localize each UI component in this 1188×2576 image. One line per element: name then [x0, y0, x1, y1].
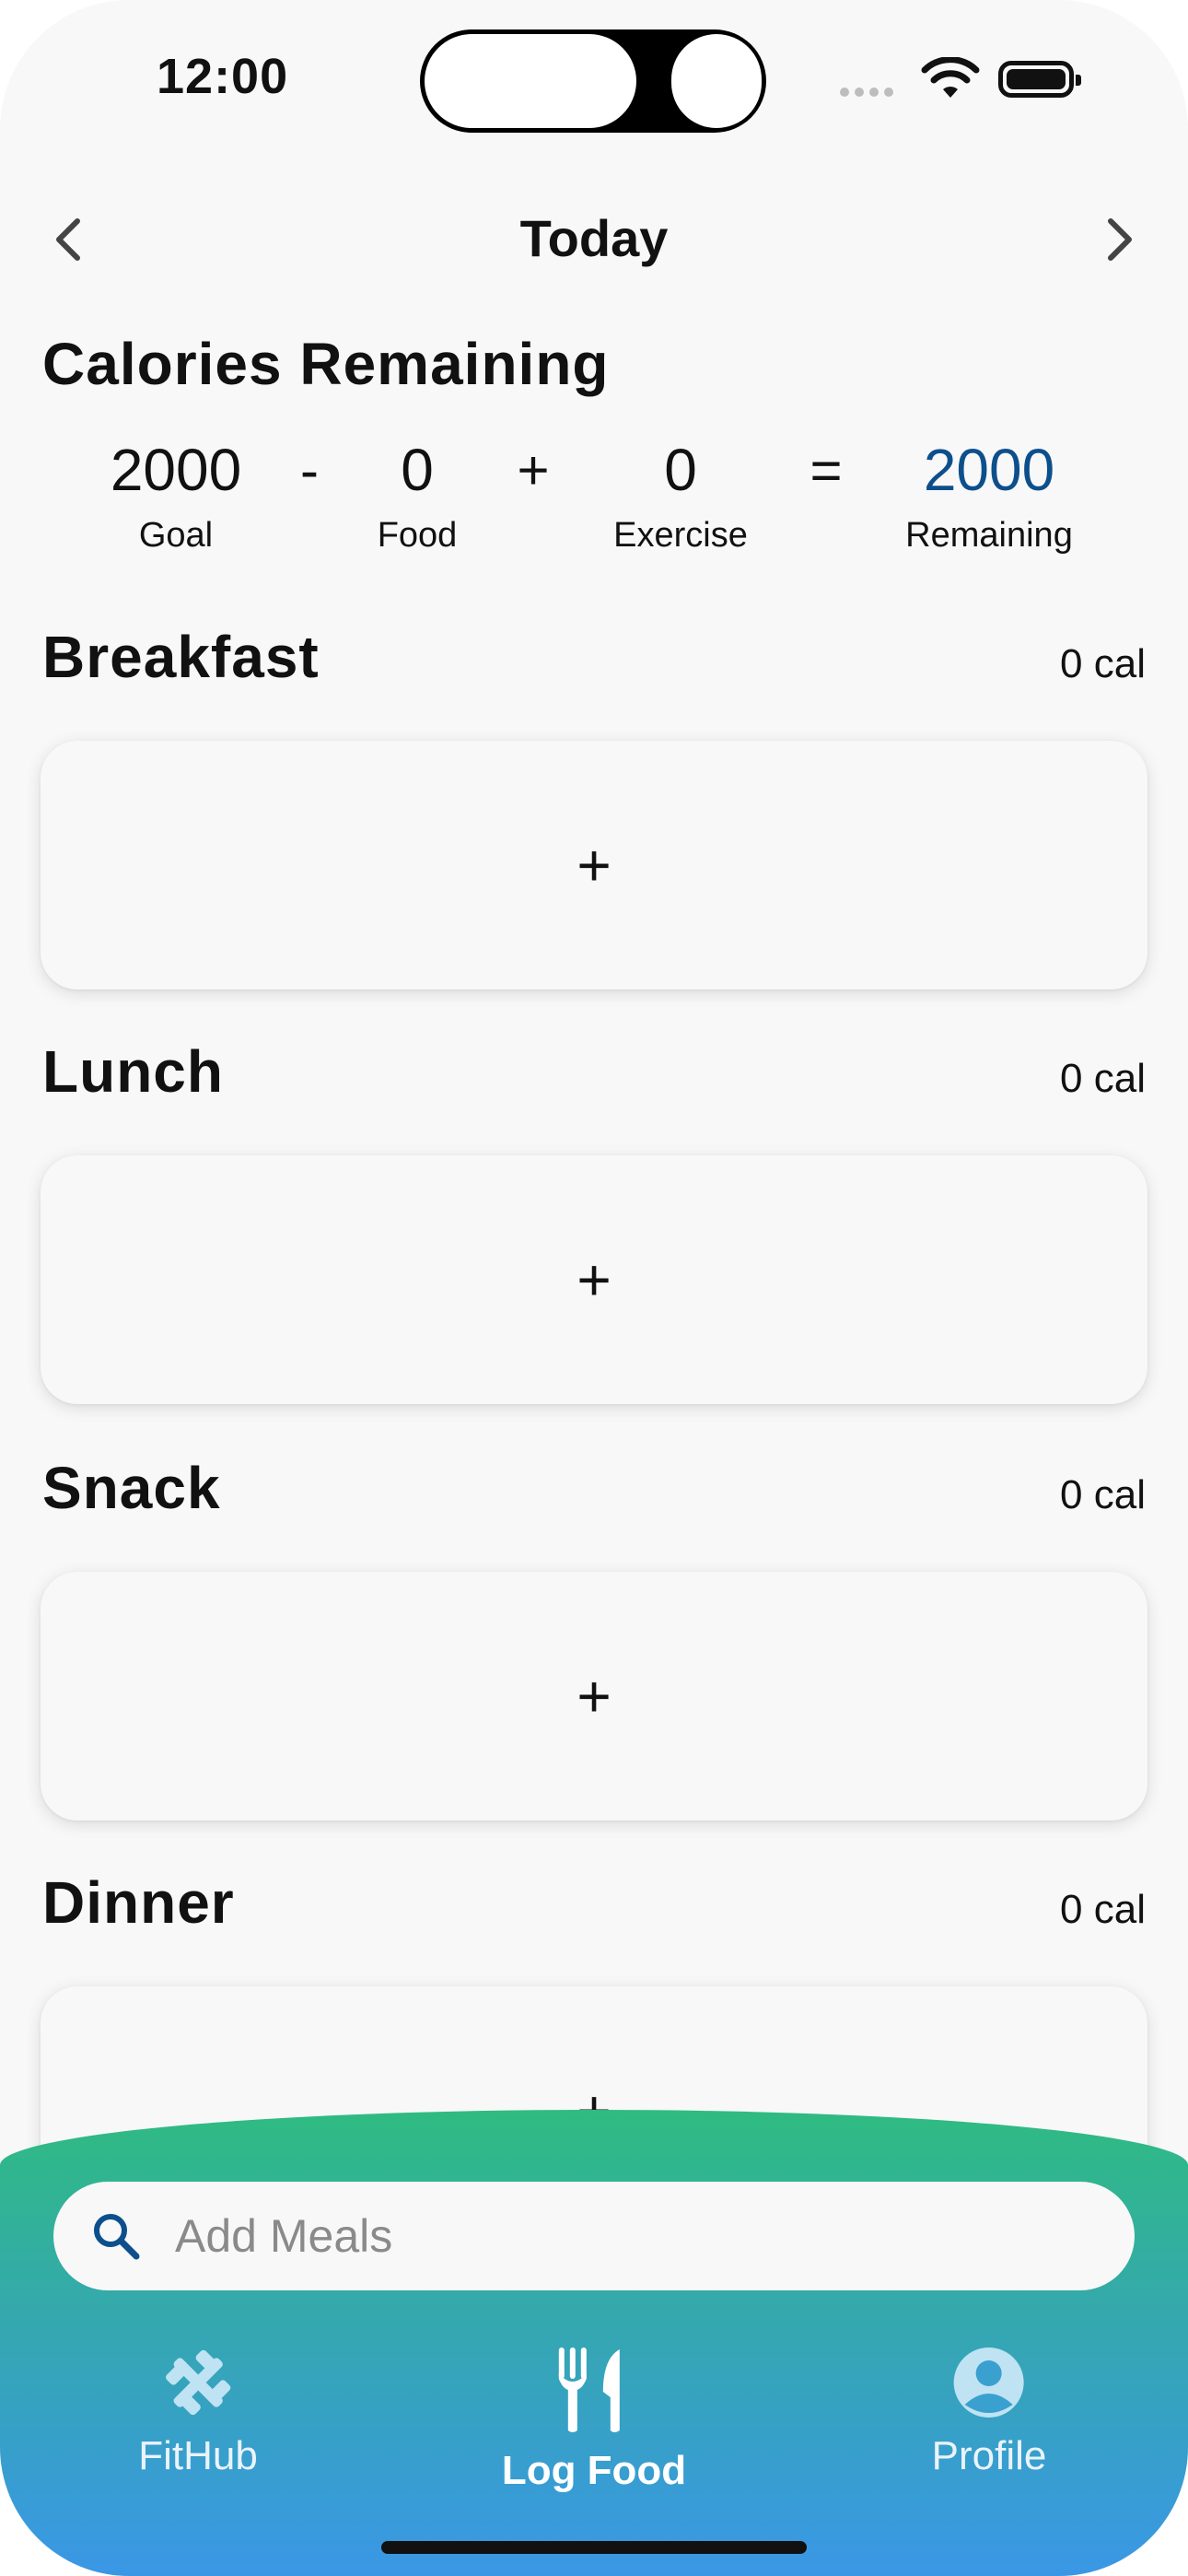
meal-header-lunch: Lunch 0 cal — [42, 1037, 1146, 1106]
goal-value: 2000 — [110, 437, 242, 503]
plus-icon: + — [577, 1663, 611, 1729]
exercise-summary: 0 Exercise — [613, 437, 748, 556]
date-title: Today — [519, 209, 669, 267]
tab-fithub[interactable]: FitHub — [138, 2346, 258, 2479]
bottom-navigation — [0, 2110, 1188, 2576]
calorie-summary: 2000 Goal - 0 Food + 0 Exercise = 2000 R… — [0, 437, 1188, 575]
profile-icon — [954, 2348, 1024, 2418]
exercise-value: 0 — [664, 437, 697, 503]
add-snack-button[interactable]: + — [41, 1572, 1147, 1821]
add-breakfast-button[interactable]: + — [41, 741, 1147, 989]
meal-header-breakfast: Breakfast 0 cal — [42, 623, 1146, 691]
status-time: 12:00 — [157, 49, 289, 104]
calories-remaining-heading: Calories Remaining — [42, 331, 610, 397]
remaining-value: 2000 — [923, 437, 1055, 503]
next-day-button[interactable] — [1092, 212, 1147, 267]
meal-calories: 0 cal — [1060, 1056, 1146, 1101]
app-screen: 12:00 Today Calories Remaining 2000 Goal… — [0, 0, 1188, 2576]
meal-header-snack: Snack 0 cal — [42, 1454, 1146, 1522]
add-meals-search[interactable]: Add Meals — [53, 2182, 1135, 2290]
chevron-right-icon — [1108, 218, 1132, 261]
cellular-signal-icon — [840, 85, 899, 101]
meal-name: Snack — [42, 1455, 221, 1521]
goal-label: Goal — [138, 516, 214, 555]
tab-profile[interactable]: Profile — [931, 2346, 1047, 2479]
meal-name: Breakfast — [42, 624, 320, 690]
plus-icon: + — [577, 1247, 611, 1313]
meal-calories: 0 cal — [1060, 641, 1146, 686]
remaining-summary: 2000 Remaining — [905, 437, 1073, 556]
minus-operator: - — [300, 439, 319, 501]
meal-name: Dinner — [42, 1869, 235, 1936]
tab-log-food[interactable]: Log Food — [502, 2346, 686, 2494]
goal-summary: 2000 Goal — [111, 437, 241, 556]
search-placeholder: Add Meals — [175, 2210, 393, 2262]
meal-name: Lunch — [42, 1038, 224, 1105]
search-icon — [94, 2214, 140, 2260]
remaining-label: Remaining — [905, 516, 1073, 555]
meal-calories: 0 cal — [1060, 1887, 1146, 1932]
equals-operator: = — [809, 439, 843, 501]
food-label: Food — [377, 516, 458, 555]
plus-operator: + — [517, 439, 550, 501]
add-lunch-button[interactable]: + — [41, 1155, 1147, 1404]
meal-calories: 0 cal — [1060, 1472, 1146, 1517]
tab-label: Log Food — [501, 2448, 687, 2493]
tab-label: FitHub — [138, 2433, 258, 2478]
home-indicator[interactable] — [381, 2541, 807, 2554]
wifi-icon — [921, 57, 980, 98]
dumbbell-icon — [165, 2349, 231, 2416]
battery-icon — [998, 61, 1081, 98]
exercise-label: Exercise — [613, 516, 748, 555]
fork-knife-icon — [559, 2348, 620, 2432]
tab-label: Profile — [931, 2433, 1047, 2478]
meal-header-dinner: Dinner 0 cal — [42, 1868, 1146, 1937]
plus-icon: + — [577, 832, 611, 898]
food-summary: 0 Food — [378, 437, 458, 556]
dynamic-island — [420, 29, 766, 133]
food-value: 0 — [401, 437, 434, 503]
